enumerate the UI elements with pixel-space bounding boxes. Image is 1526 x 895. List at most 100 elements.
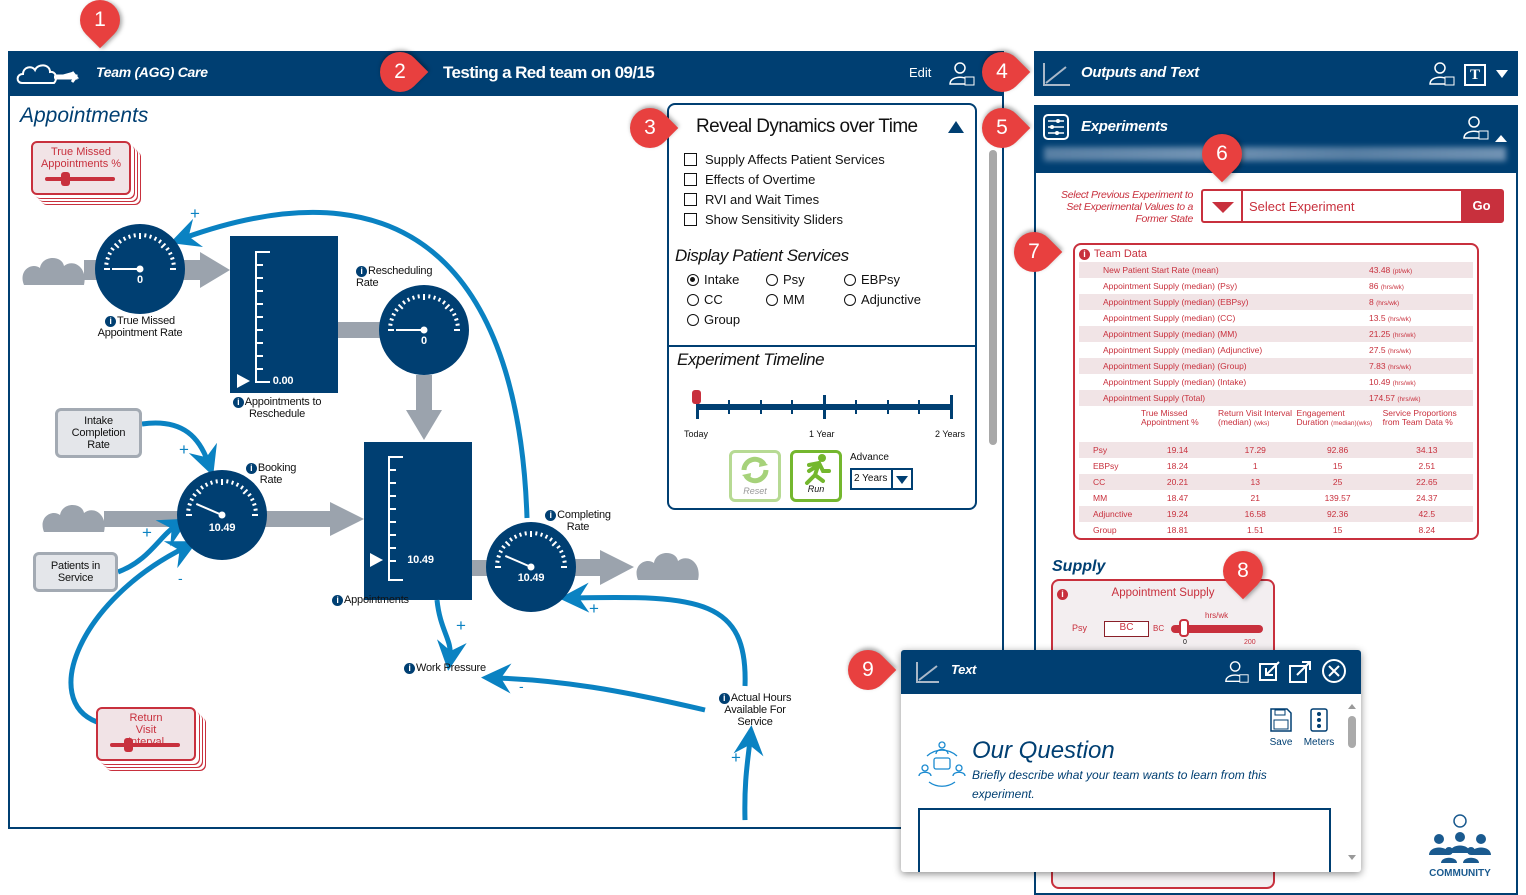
dock-icon[interactable] [1258,660,1282,684]
actual-hours-label[interactable]: i Actual Hours Available For Service [712,692,798,728]
reset-button[interactable]: Reset [729,450,781,502]
timeline-label-today: Today [684,429,709,439]
true-missed-rate-label[interactable]: i True Missed Appointment Rate [88,315,192,339]
team-view-icon[interactable] [1428,60,1456,88]
checkbox[interactable] [684,192,697,206]
checkbox[interactable] [684,172,697,186]
link-sign: - [178,570,183,586]
checkbox[interactable] [684,152,697,166]
service-radio[interactable]: CC [687,292,723,307]
team-data-header: True Missed Appointment % Return Visit I… [1141,408,1457,428]
service-radio[interactable]: Adjunctive [844,292,921,307]
select-experiment-dropdown[interactable]: Select Experiment Go [1201,189,1504,223]
timeline-tick [791,400,794,414]
team-data-service-row: Psy 19.14 17.29 92.86 34.13 [1079,442,1473,458]
checkbox[interactable] [684,212,697,226]
link-sign: + [456,616,466,635]
sink-cloud-icon [636,552,699,580]
callout-marker-2: 2 [371,43,429,101]
running-person-icon [805,454,831,485]
rescheduling-rate-label[interactable]: i Rescheduling Rate [356,265,440,289]
supply-unit: hrs/wk [1205,611,1229,620]
rescheduling-gauge [379,285,469,375]
save-button[interactable]: Save [1266,708,1296,748]
service-radio[interactable]: MM [766,292,805,307]
radio-button[interactable] [687,313,699,326]
go-button[interactable]: Go [1461,191,1502,221]
model-scrollbar[interactable] [989,150,997,445]
close-icon[interactable] [1321,658,1347,684]
dropdown-arrow-button[interactable] [1203,191,1243,221]
booking-rate-label[interactable]: i Booking Rate [242,462,300,486]
outputs-header[interactable]: Outputs and Text T [1034,51,1518,96]
dropdown-triangle-icon[interactable] [1496,70,1508,78]
callout-marker-3: 3 [621,99,679,157]
slider-handle[interactable] [124,738,133,752]
timeline-tick [823,395,826,419]
timeline-tick [727,400,730,414]
text-popup-header[interactable]: Text [901,650,1361,694]
team-data-row: Appointment Supply (median) (MM) 21.25 (h… [1079,326,1473,342]
true-missed-appointments-slider-card[interactable]: True Missed Appointments % [31,141,131,195]
team-view-icon[interactable] [1224,659,1250,685]
radio-button[interactable] [766,273,778,286]
advance-select[interactable]: 2 Years [850,468,913,490]
return-visit-interval-slider-card[interactable]: Return Visit Interval [96,707,196,761]
slider-min: 0 [1183,639,1187,646]
team-data-row: Appointment Supply (median) (Group) 7.83 … [1079,358,1473,374]
radio-button[interactable] [687,293,699,306]
community-logo[interactable]: COMMUNITY [1424,813,1496,879]
service-radio[interactable]: Psy [766,272,805,287]
radio-button[interactable] [844,293,856,306]
link-sign: + [142,523,152,542]
select-experiment-hint: Select Previous Experiment to Set Experi… [1061,189,1193,225]
reveal-checkbox[interactable]: RVI and Wait Times [684,189,885,209]
text-popup: Text Save Meters Our Question Briefly de… [901,650,1361,872]
reveal-checkbox[interactable]: Effects of Overtime [684,169,885,189]
callout-marker-5: 5 [973,99,1031,157]
radio-button[interactable] [766,293,778,306]
work-pressure-label[interactable]: i Work Pressure [404,662,494,674]
reveal-checkbox[interactable]: Supply Affects Patient Services [684,149,885,169]
slider-handle[interactable] [1179,619,1189,637]
info-icon[interactable]: i [1079,249,1090,260]
patients-in-service-box[interactable]: Patients in Service [33,552,118,592]
booking-gauge-value: 10.49 [208,522,236,534]
psy-supply-input[interactable]: BC [1104,621,1149,637]
appointments-stock-label[interactable]: i Appointments [332,594,422,606]
question-prompt: Briefly describe what your team wants to… [972,768,1267,801]
slider-track[interactable] [110,743,180,747]
popup-scrollbar[interactable] [1348,716,1356,748]
team-data-row: New Patient Start Rate (mean) 43.48 (pt/w… [1079,262,1473,278]
team-data-row: Appointment Supply (median) (Adjunctive)… [1103,345,1412,355]
scroll-down-icon[interactable] [1348,855,1356,860]
reschedule-stock-label[interactable]: i Appointments to Reschedule [232,396,322,420]
service-radio[interactable]: EBPsy [844,272,900,287]
collapse-triangle-icon[interactable] [948,121,964,133]
source-cloud-icon [42,504,105,532]
meters-button[interactable]: Meters [1301,708,1337,748]
radio-button[interactable] [687,273,699,286]
collapse-triangle-icon[interactable] [1495,135,1507,142]
reschedule-stock-value: 0.00 [272,375,294,387]
service-radio[interactable]: Group [687,312,740,327]
team-data-service-row: Adjunctive 19.24 16.58 92.36 42.5 [1079,506,1473,522]
slider-track[interactable] [45,177,115,181]
team-view-icon[interactable] [1462,114,1490,142]
radio-button[interactable] [844,273,856,286]
intake-completion-rate-box[interactable]: Intake Completion Rate [55,408,142,458]
service-radio[interactable]: Intake [687,272,739,287]
save-disk-icon [1270,708,1292,732]
pop-out-icon[interactable] [1288,660,1312,684]
question-answer-textarea[interactable] [918,808,1331,872]
text-tool-icon[interactable]: T [1464,64,1486,86]
reveal-checkbox[interactable]: Show Sensitivity Sliders [684,209,885,229]
timeline-marker[interactable] [692,390,701,404]
scroll-up-icon[interactable] [1348,704,1356,709]
completing-rate-label[interactable]: i Completing Rate [543,509,613,533]
team-data-service-row: MM 18.47 21 139.57 24.37 [1093,493,1438,503]
team-data-row: Appointment Supply (median) (Psy) 86 (hrs… [1103,281,1404,291]
run-button[interactable]: Run [790,450,842,502]
slider-handle[interactable] [61,172,70,186]
experiments-header[interactable]: Experiments [1034,105,1518,173]
